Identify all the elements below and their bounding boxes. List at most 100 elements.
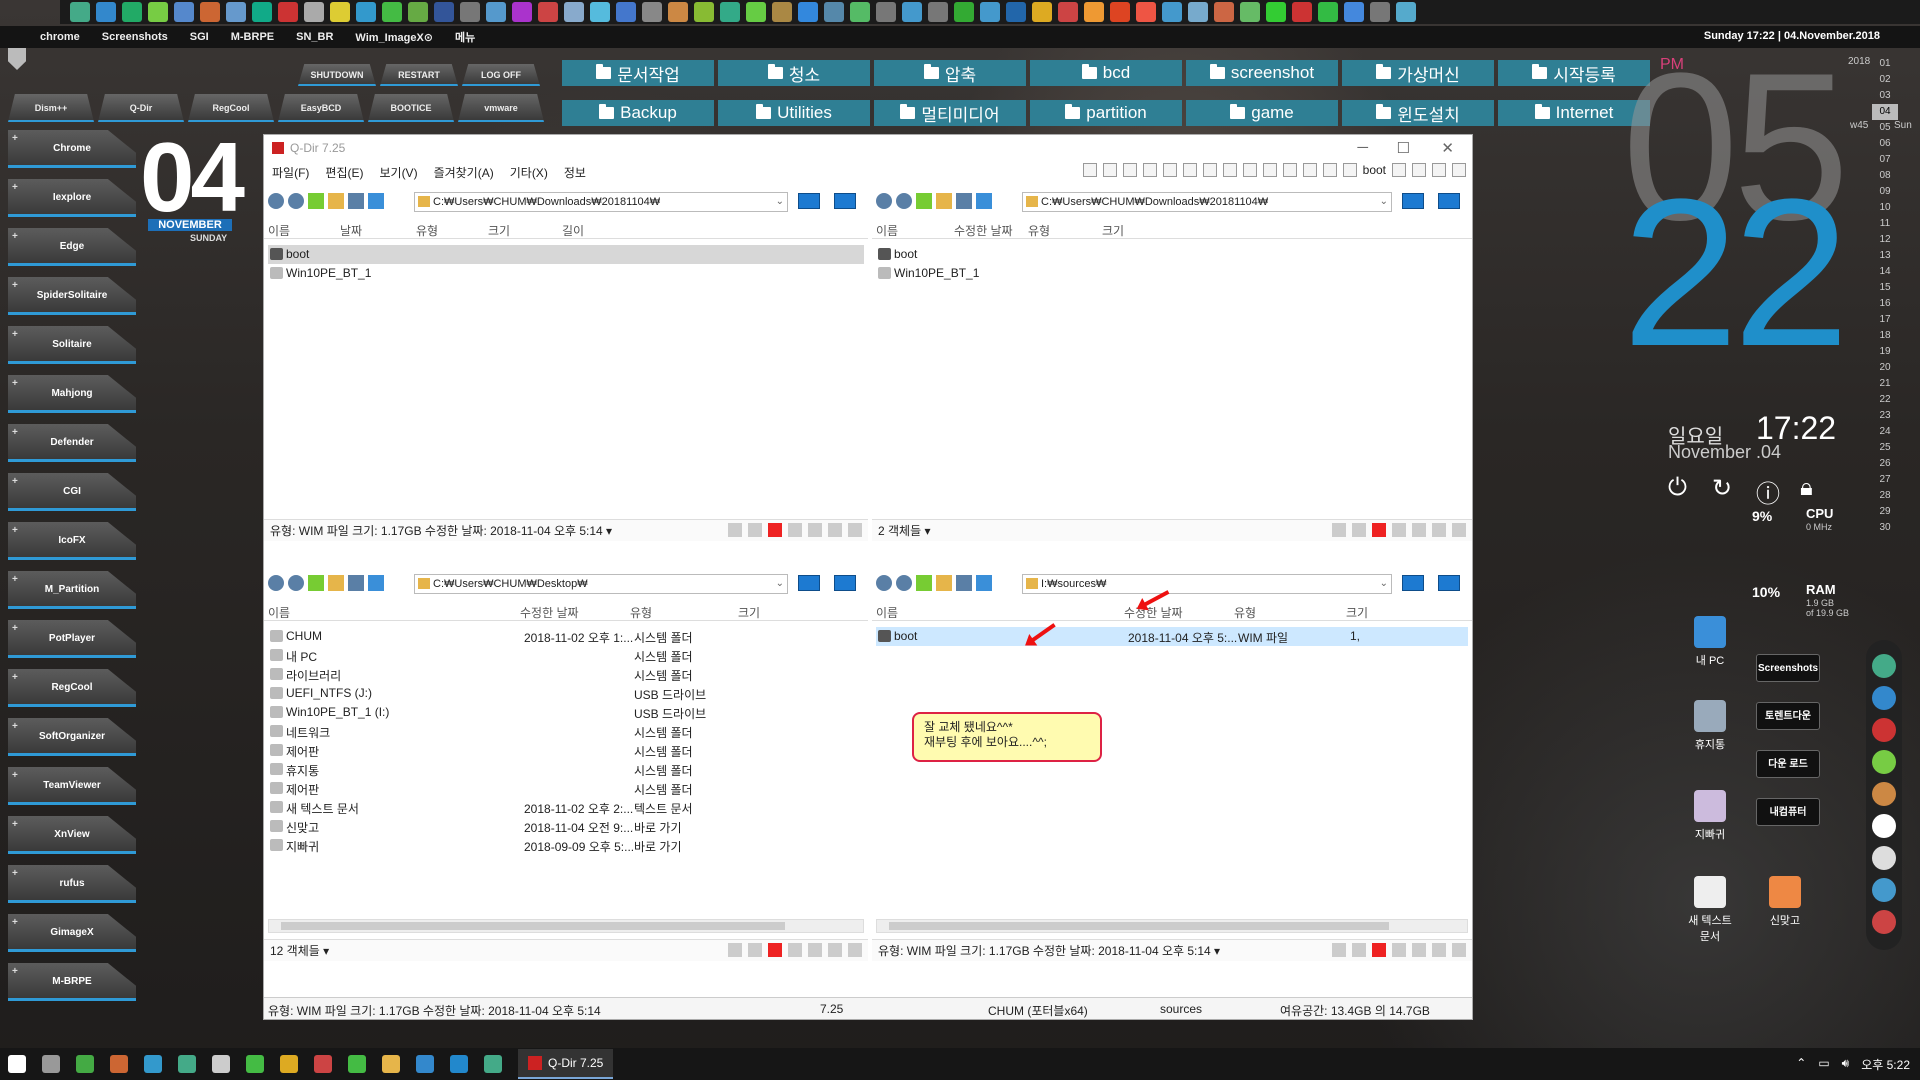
toolbar-icon[interactable]: [348, 193, 364, 209]
address-dropdown-icon[interactable]: ⌄: [776, 575, 784, 593]
status-action-icon[interactable]: [1412, 523, 1426, 537]
quick-launch-icon[interactable]: [1872, 910, 1896, 934]
top-app-icon[interactable]: [1136, 2, 1156, 22]
top-app-icon[interactable]: [278, 2, 298, 22]
calendar-day[interactable]: 16: [1872, 296, 1898, 312]
desktop-icon[interactable]: 휴지통: [1675, 700, 1745, 752]
taskbar-app-icon[interactable]: [246, 1055, 264, 1073]
taskbar-app-icon[interactable]: [144, 1055, 162, 1073]
file-row[interactable]: 새 텍스트 문서 2018-11-02 오후 2:... 텍스트 문서: [268, 798, 864, 817]
folder-shortcut-button[interactable]: bcd: [1030, 60, 1182, 86]
forward-icon[interactable]: [288, 575, 304, 591]
side-shortcut-button[interactable]: 다운 로드: [1756, 750, 1820, 778]
top-app-icon[interactable]: [200, 2, 220, 22]
address-bar[interactable]: C:₩Users₩CHUM₩Downloads₩20181104₩ ⌄: [414, 192, 788, 212]
column-header-1[interactable]: 날짜: [340, 222, 362, 239]
view-mode-button[interactable]: [1402, 575, 1424, 591]
calendar-day[interactable]: 05: [1872, 120, 1898, 136]
calendar-day[interactable]: 13: [1872, 248, 1898, 264]
column-header-0[interactable]: 이름: [268, 222, 290, 239]
toolbar-icon[interactable]: [348, 575, 364, 591]
top-app-icon[interactable]: [304, 2, 324, 22]
column-header-0[interactable]: 이름: [876, 222, 898, 239]
layout-button-icon[interactable]: [1182, 163, 1197, 177]
menu-strip-item[interactable]: SN_BR: [296, 31, 333, 43]
column-header-1[interactable]: 수정한 날짜: [954, 222, 1013, 239]
pane-status-text[interactable]: 2 객체들 ▾: [878, 522, 931, 539]
top-app-icon[interactable]: [694, 2, 714, 22]
folder-shortcut-button[interactable]: 문서작업: [562, 60, 714, 86]
close-icon[interactable]: ✕: [1441, 139, 1454, 157]
column-header-1[interactable]: 수정한 날짜: [520, 604, 579, 621]
column-header-2[interactable]: 유형: [416, 222, 438, 239]
status-action-icon[interactable]: [748, 523, 762, 537]
back-icon[interactable]: [876, 575, 892, 591]
toolbar-boot-label[interactable]: boot: [1363, 163, 1386, 177]
column-header-3[interactable]: 크기: [488, 222, 510, 239]
desktop-icon[interactable]: 내 PC: [1675, 616, 1745, 668]
layout-button-icon[interactable]: [1282, 163, 1297, 177]
menu-strip-item[interactable]: M-BRPE: [231, 31, 274, 43]
top-app-icon[interactable]: [512, 2, 532, 22]
top-app-icon[interactable]: [356, 2, 376, 22]
view-mode-button[interactable]: [834, 193, 856, 209]
layout-button-icon[interactable]: [1222, 163, 1237, 177]
file-row[interactable]: 라이브러리 시스템 폴더: [268, 665, 864, 684]
menu-item[interactable]: 즐겨찾기(A): [434, 164, 494, 181]
top-app-icon[interactable]: [1162, 2, 1182, 22]
status-action-icon[interactable]: [808, 523, 822, 537]
top-app-icon[interactable]: [460, 2, 480, 22]
status-action-icon[interactable]: [1432, 943, 1446, 957]
view-mode-button[interactable]: [1402, 193, 1424, 209]
toolbar-icon[interactable]: [328, 193, 344, 209]
toolbar-icon[interactable]: [308, 575, 324, 591]
calendar-day[interactable]: 03: [1872, 88, 1898, 104]
top-app-icon[interactable]: [408, 2, 428, 22]
calendar-day[interactable]: 26: [1872, 456, 1898, 472]
taskbar-app-icon[interactable]: [76, 1055, 94, 1073]
address-dropdown-icon[interactable]: ⌄: [776, 193, 784, 211]
launcher-pill-2[interactable]: RegCool: [188, 94, 274, 122]
forward-icon[interactable]: [896, 193, 912, 209]
launcher-pill-4[interactable]: BOOTICE: [368, 94, 454, 122]
toolbar-icon[interactable]: [936, 575, 952, 591]
top-app-icon[interactable]: [1292, 2, 1312, 22]
launcher-pill-3[interactable]: EasyBCD: [278, 94, 364, 122]
top-app-icon[interactable]: [798, 2, 818, 22]
top-app-icon[interactable]: [122, 2, 142, 22]
folder-shortcut-button[interactable]: screenshot: [1186, 60, 1338, 86]
folder-shortcut-button[interactable]: partition: [1030, 100, 1182, 126]
address-bar[interactable]: I:₩sources₩ ⌄: [1022, 574, 1392, 594]
taskbar-app-icon[interactable]: [382, 1055, 400, 1073]
status-action-icon[interactable]: [1372, 943, 1386, 957]
status-action-icon[interactable]: [1332, 523, 1346, 537]
status-action-icon[interactable]: [748, 943, 762, 957]
menu-strip-item[interactable]: Wim_ImageX⊙: [355, 31, 433, 44]
system-button-restart[interactable]: RESTART: [380, 64, 458, 86]
layout-button-icon[interactable]: [1102, 163, 1117, 177]
maximize-icon[interactable]: ☐: [1397, 139, 1410, 157]
taskbar-app-icon[interactable]: [42, 1055, 60, 1073]
taskbar-app-icon[interactable]: [314, 1055, 332, 1073]
status-action-icon[interactable]: [1412, 943, 1426, 957]
tray-network-icon[interactable]: ▭: [1818, 1056, 1829, 1073]
layout-button-icon[interactable]: [1202, 163, 1217, 177]
folder-shortcut-button[interactable]: 가상머신: [1342, 60, 1494, 86]
top-app-icon[interactable]: [850, 2, 870, 22]
quick-launch-icon[interactable]: [1872, 814, 1896, 838]
toolbar-icon[interactable]: [1412, 163, 1426, 177]
top-app-icon[interactable]: [1110, 2, 1130, 22]
top-app-icon[interactable]: [876, 2, 896, 22]
calendar-day[interactable]: 17: [1872, 312, 1898, 328]
toolbar-icon[interactable]: [956, 193, 972, 209]
top-app-icon[interactable]: [70, 2, 90, 22]
folder-shortcut-button[interactable]: 압축: [874, 60, 1026, 86]
desktop-icon[interactable]: 새 텍스트 문서: [1675, 876, 1745, 944]
top-app-icon[interactable]: [96, 2, 116, 22]
side-shortcut-button[interactable]: 내컴퓨터: [1756, 798, 1820, 826]
status-action-icon[interactable]: [848, 523, 862, 537]
calendar-day[interactable]: 11: [1872, 216, 1898, 232]
calendar-day[interactable]: 10: [1872, 200, 1898, 216]
view-mode-button[interactable]: [1438, 193, 1460, 209]
calendar-day[interactable]: 27: [1872, 472, 1898, 488]
